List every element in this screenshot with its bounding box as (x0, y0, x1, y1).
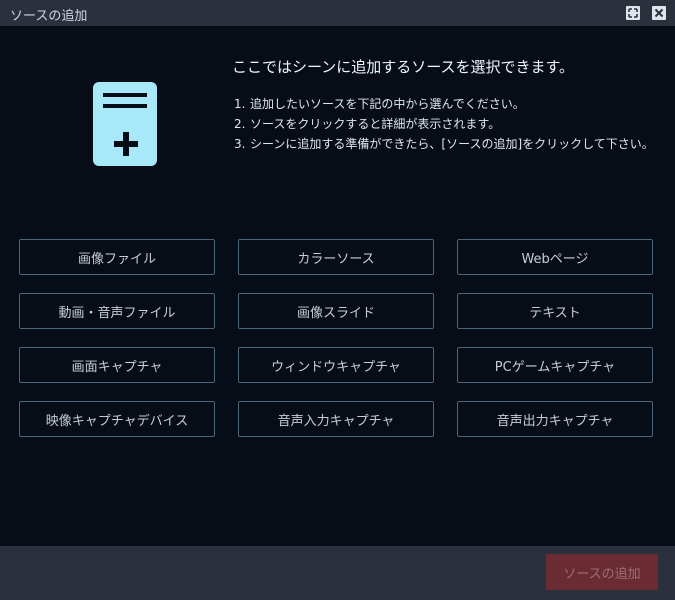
source-video-capture-device-button[interactable]: 映像キャプチャデバイス (19, 401, 215, 437)
source-media-file-button[interactable]: 動画・音声ファイル (19, 293, 215, 329)
dialog-footer: ソースの追加 (0, 546, 675, 600)
instruction-step: 2. ソースをクリックすると詳細が表示されます。 (234, 117, 501, 131)
document-add-icon (93, 82, 157, 166)
source-pc-game-capture-button[interactable]: PCゲームキャプチャ (457, 347, 653, 383)
instruction-list: 1. 追加したいソースを下記の中から選んでください。 2. ソースをクリックすると詳… (234, 94, 659, 154)
add-source-dialog: ソースの追加 ここではシーンに追加するソースを選択できます。 1. 追加したいソ… (0, 0, 675, 600)
instruction-step: 3. シーンに追加する準備ができたら、[ソースの追加]をクリックして下さい。 (234, 137, 654, 151)
source-color-button[interactable]: カラーソース (238, 239, 434, 275)
source-image-slide-button[interactable]: 画像スライド (238, 293, 434, 329)
source-image-file-button[interactable]: 画像ファイル (19, 239, 215, 275)
window-title: ソースの追加 (10, 9, 88, 24)
dialog-body: ここではシーンに追加するソースを選択できます。 1. 追加したいソースを下記の中か… (0, 26, 675, 546)
source-audio-input-capture-button[interactable]: 音声入力キャプチャ (238, 401, 434, 437)
instruction-step: 1. 追加したいソースを下記の中から選んでください。 (234, 97, 525, 111)
source-text-button[interactable]: テキスト (457, 293, 653, 329)
source-webpage-button[interactable]: Webページ (457, 239, 653, 275)
title-bar: ソースの追加 (0, 0, 675, 26)
intro-heading: ここではシーンに追加するソースを選択できます。 (232, 58, 575, 76)
source-window-capture-button[interactable]: ウィンドウキャプチャ (238, 347, 434, 383)
maximize-icon[interactable] (625, 5, 641, 21)
close-icon[interactable] (651, 5, 667, 21)
source-audio-output-capture-button[interactable]: 音声出力キャプチャ (457, 401, 653, 437)
source-screen-capture-button[interactable]: 画面キャプチャ (19, 347, 215, 383)
add-source-button[interactable]: ソースの追加 (546, 554, 658, 590)
